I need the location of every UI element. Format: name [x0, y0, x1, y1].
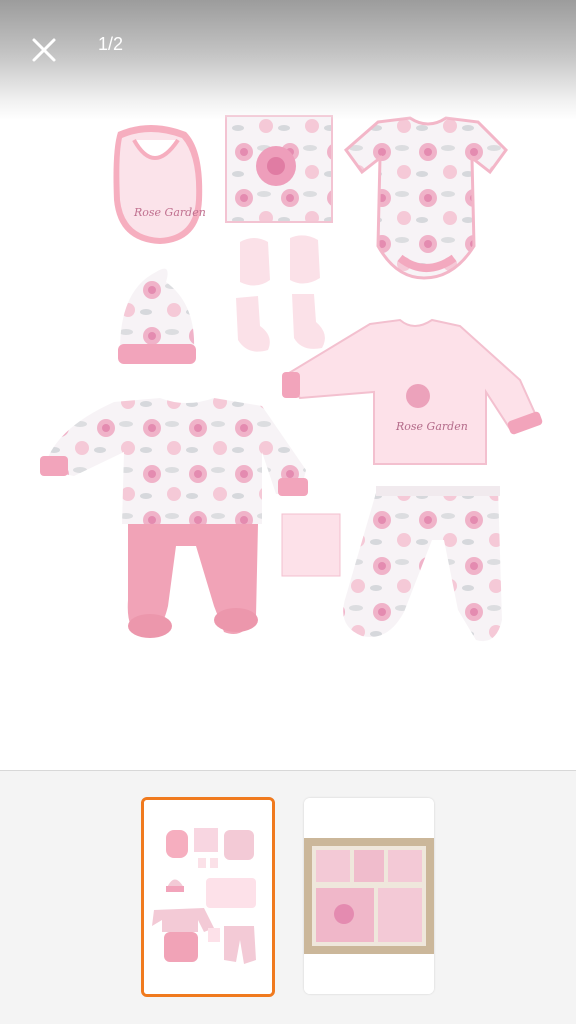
- thumbnail-strip: [0, 771, 576, 1024]
- footed-romper: [40, 398, 308, 638]
- knot-hat: [118, 268, 196, 364]
- thumbnail-1[interactable]: [141, 797, 275, 997]
- close-button[interactable]: [22, 28, 66, 72]
- blanket: [225, 115, 333, 223]
- bib-embroidery: Rose Garden: [133, 206, 206, 219]
- image-viewer-header: [0, 0, 576, 120]
- socks: [236, 294, 325, 352]
- bib: Rose Garden: [113, 125, 206, 244]
- product-image: Rose Garden Rose Garden: [40, 115, 543, 642]
- washcloth: [281, 513, 341, 577]
- thumbnail-2[interactable]: [304, 798, 434, 994]
- close-icon: [32, 38, 56, 62]
- thumbnail-1-image: [144, 800, 272, 994]
- thumbnail-2-image: [304, 798, 434, 994]
- bodysuit: [343, 116, 508, 280]
- footed-pants: [343, 486, 502, 642]
- image-counter: 1/2: [98, 34, 124, 54]
- mittens: [240, 235, 320, 286]
- product-image-viewer[interactable]: Rose Garden Rose Garden: [0, 110, 576, 770]
- cardigan-embroidery: Rose Garden: [395, 420, 468, 433]
